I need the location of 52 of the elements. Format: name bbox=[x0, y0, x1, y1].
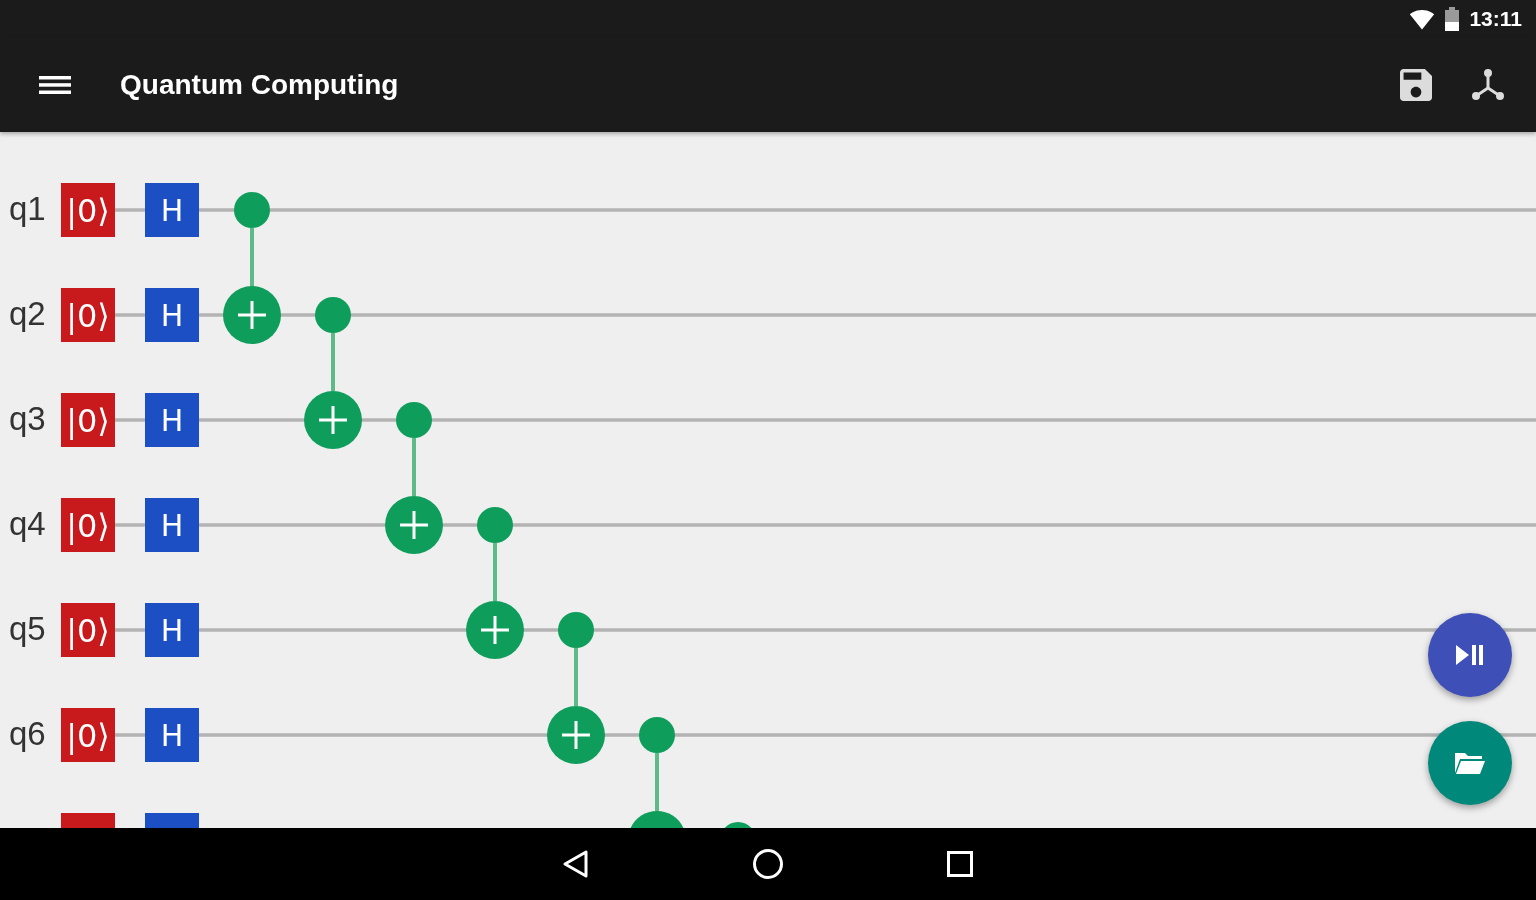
save-icon[interactable] bbox=[1400, 69, 1432, 101]
cnot-target bbox=[385, 496, 443, 554]
qubit-label: q6 bbox=[9, 715, 46, 752]
control-connector bbox=[250, 228, 254, 286]
init-state-gate bbox=[61, 813, 115, 828]
hadamard-gate: H bbox=[145, 288, 199, 342]
control-connector bbox=[655, 753, 659, 811]
hadamard-gate: H bbox=[145, 498, 199, 552]
control-dot bbox=[639, 717, 675, 753]
status-time: 13:11 bbox=[1469, 7, 1522, 31]
menu-icon[interactable] bbox=[39, 76, 71, 94]
control-connector bbox=[493, 543, 497, 601]
init-state-gate: |0⟩ bbox=[61, 288, 115, 342]
cnot-target bbox=[466, 601, 524, 659]
hadamard-gate: H bbox=[145, 393, 199, 447]
cnot-target bbox=[630, 811, 684, 828]
init-state-gate: |0⟩ bbox=[61, 183, 115, 237]
control-dot bbox=[558, 612, 594, 648]
play-pause-button[interactable] bbox=[1428, 613, 1512, 697]
play-pause-icon bbox=[1456, 644, 1484, 666]
control-connector bbox=[574, 648, 578, 706]
cnot-target bbox=[547, 706, 605, 764]
recents-icon[interactable] bbox=[947, 851, 973, 877]
init-state-gate: |0⟩ bbox=[61, 498, 115, 552]
hadamard-gate bbox=[145, 813, 199, 828]
control-dot bbox=[396, 402, 432, 438]
qubit-label: q2 bbox=[9, 295, 46, 332]
open-folder-button[interactable] bbox=[1428, 721, 1512, 805]
app-title: Quantum Computing bbox=[120, 69, 399, 101]
control-dot bbox=[234, 192, 270, 228]
init-state-gate: |0⟩ bbox=[61, 603, 115, 657]
init-state-gate: |0⟩ bbox=[61, 393, 115, 447]
qubit-label: q1 bbox=[9, 190, 46, 227]
qubit-label: q3 bbox=[9, 400, 46, 437]
init-state-gate: |0⟩ bbox=[61, 708, 115, 762]
back-icon[interactable] bbox=[562, 849, 590, 879]
cnot-target bbox=[304, 391, 362, 449]
hadamard-gate: H bbox=[145, 708, 199, 762]
branching-node-icon[interactable] bbox=[1472, 69, 1504, 101]
folder-icon bbox=[1454, 751, 1486, 775]
home-icon[interactable] bbox=[752, 848, 784, 880]
qubit-label: q5 bbox=[9, 610, 46, 647]
control-connector bbox=[412, 438, 416, 496]
qubit-label: q4 bbox=[9, 505, 46, 542]
control-dot bbox=[315, 297, 351, 333]
battery-icon bbox=[1445, 7, 1460, 31]
wifi-icon bbox=[1409, 8, 1436, 30]
control-connector bbox=[331, 333, 335, 391]
cnot-target bbox=[223, 286, 281, 344]
hadamard-gate: H bbox=[145, 603, 199, 657]
hadamard-gate: H bbox=[145, 183, 199, 237]
control-dot bbox=[477, 507, 513, 543]
